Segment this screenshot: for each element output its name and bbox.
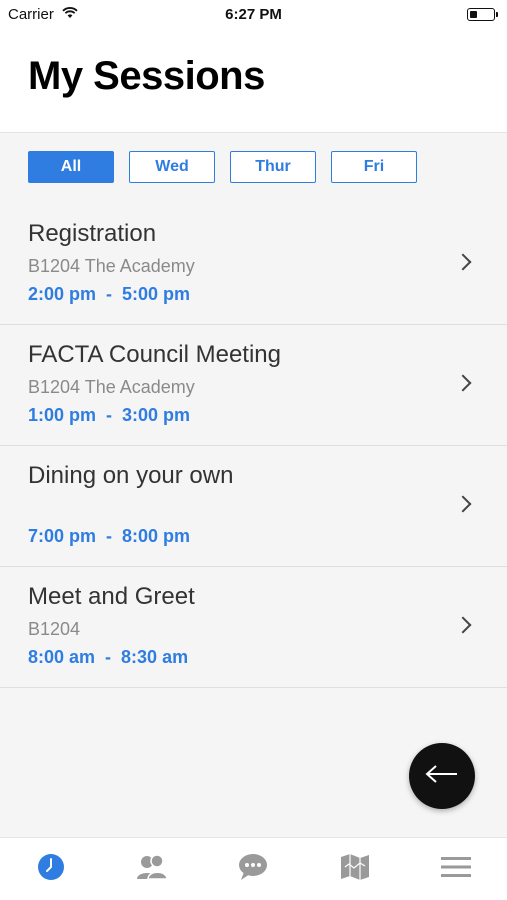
chevron-right-icon — [454, 616, 472, 634]
filter-all-button[interactable]: All — [28, 151, 114, 183]
session-title: Registration — [28, 220, 157, 247]
filter-fri-button[interactable]: Fri — [331, 151, 417, 183]
people-icon — [136, 853, 168, 886]
session-time: 8:00 am - 8:30 am — [28, 647, 189, 667]
status-left: Carrier — [8, 6, 78, 23]
menu-icon — [441, 855, 472, 884]
session-time: 2:00 pm - 5:00 pm — [28, 284, 191, 304]
chevron-right-icon — [454, 495, 472, 513]
session-location: B1204 The Academy — [28, 256, 195, 276]
tab-sessions[interactable] — [21, 844, 81, 894]
session-location: B1204 — [28, 619, 81, 639]
chat-icon — [238, 853, 268, 886]
status-bar: Carrier 6:27 PM — [0, 0, 507, 28]
session-time: 7:00 pm - 8:00 pm — [28, 526, 191, 546]
session-row[interactable]: Dining on your own 7:00 pm - 8:00 pm — [0, 446, 507, 567]
tab-chat[interactable] — [223, 844, 283, 894]
filter-thur-button[interactable]: Thur — [230, 151, 316, 183]
back-arrow-icon — [425, 764, 459, 789]
day-filter-row: All Wed Thur Fri — [28, 151, 417, 183]
session-row[interactable]: Meet and Greet B1204 8:00 am - 8:30 am — [0, 567, 507, 688]
session-location: B1204 The Academy — [28, 377, 195, 397]
header: My Sessions — [0, 28, 507, 133]
session-time: 1:00 pm - 3:00 pm — [28, 405, 191, 425]
tab-people[interactable] — [122, 844, 182, 894]
back-button[interactable] — [409, 743, 475, 809]
battery-level — [470, 10, 477, 18]
carrier-label: Carrier — [8, 5, 54, 23]
session-row[interactable]: FACTA Council Meeting B1204 The Academy … — [0, 325, 507, 446]
session-title: Dining on your own — [28, 462, 234, 489]
tab-menu[interactable] — [426, 844, 486, 894]
session-title: Meet and Greet — [28, 583, 195, 610]
tab-map[interactable] — [325, 844, 385, 894]
wifi-icon — [62, 6, 78, 23]
session-row[interactable]: Registration B1204 The Academy 2:00 pm -… — [0, 204, 507, 325]
chevron-right-icon — [454, 253, 472, 271]
session-title: FACTA Council Meeting — [28, 341, 281, 368]
chevron-right-icon — [454, 374, 472, 392]
filter-wed-button[interactable]: Wed — [129, 151, 215, 183]
page-title: My Sessions — [28, 54, 265, 98]
session-list: Registration B1204 The Academy 2:00 pm -… — [0, 204, 507, 688]
battery-icon — [467, 7, 498, 21]
clock-icon — [37, 853, 65, 886]
tab-bar — [0, 837, 507, 900]
map-icon — [340, 853, 370, 886]
